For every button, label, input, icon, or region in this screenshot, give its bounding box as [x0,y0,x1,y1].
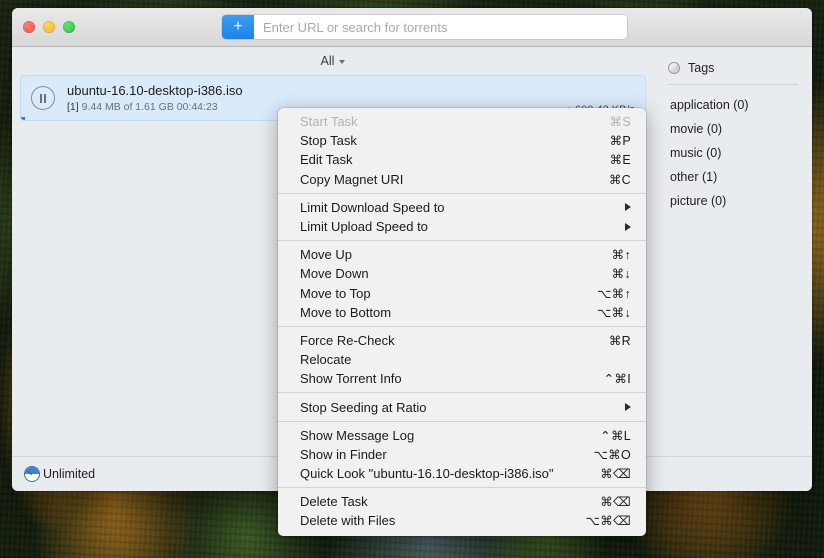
menu-item-label: Show Torrent Info [300,371,402,387]
menu-item-shortcut: ⌘⌫ [600,467,631,482]
menu-item-force-re-check[interactable]: Force Re-Check ⌘R [278,331,646,350]
menu-item-shortcut: ⌃⌘L [600,428,631,443]
submenu-arrow-icon [625,203,631,212]
menu-item-label: Move to Bottom [300,304,392,320]
menu-separator [278,325,646,327]
pause-icon[interactable] [31,86,55,110]
chevron-down-icon [339,60,346,64]
tag-item-movie[interactable]: movie (0) [668,117,798,141]
menu-item-label: Stop Task [300,133,357,149]
menu-item-show-message-log[interactable]: Show Message Log ⌃⌘L [278,426,646,445]
tag-item-application[interactable]: application (0) [668,93,798,117]
menu-item-shortcut: ⌘↓ [611,267,631,282]
menu-item-delete-task[interactable]: Delete Task ⌘⌫ [278,492,646,511]
menu-item-label: Show Message Log [300,427,415,443]
close-button[interactable] [23,21,35,33]
menu-item-move-down[interactable]: Move Down ⌘↓ [278,264,646,283]
task-detail-text: 9.44 MB of 1.61 GB 00:44:23 [81,100,218,113]
menu-separator [278,192,646,194]
filter-bar[interactable]: All [12,47,654,75]
menu-item-start-task: Start Task ⌘S [278,112,646,131]
minimize-button[interactable] [43,21,55,33]
menu-item-shortcut: ⌘E [609,153,631,168]
menu-item-move-to-bottom[interactable]: Move to Bottom ⌥⌘↓ [278,303,646,322]
menu-separator [278,487,646,489]
submenu-arrow-icon [625,222,631,231]
menu-item-shortcut: ⌥⌘⌫ [585,514,631,529]
menu-item-move-up[interactable]: Move Up ⌘↑ [278,245,646,264]
menu-item-stop-seeding-at-ratio[interactable]: Stop Seeding at Ratio [278,397,646,416]
menu-item-quick-look-ubuntu-16-10-desktop-i386-iso[interactable]: Quick Look "ubuntu-16.10-desktop-i386.is… [278,464,646,483]
submenu-arrow-icon [625,403,631,412]
menu-item-label: Move to Top [300,285,371,301]
speed-gauge-icon[interactable] [24,466,40,482]
zoom-button[interactable] [63,21,75,33]
url-input[interactable] [254,15,627,39]
window-titlebar: + [12,8,812,47]
tag-item-picture[interactable]: picture (0) [668,189,798,213]
add-torrent-button[interactable]: + [222,15,254,39]
menu-item-label: Relocate [300,352,352,368]
menu-item-limit-download-speed-to[interactable]: Limit Download Speed to [278,198,646,217]
menu-item-label: Copy Magnet URI [300,171,404,187]
menu-item-show-torrent-info[interactable]: Show Torrent Info ⌃⌘I [278,369,646,388]
menu-item-label: Delete with Files [300,513,396,529]
menu-item-shortcut: ⌘⌫ [600,495,631,510]
divider [668,84,798,85]
menu-item-label: Move Down [300,266,369,282]
speed-limit-label[interactable]: Unlimited [43,467,95,481]
menu-item-stop-task[interactable]: Stop Task ⌘P [278,131,646,150]
window-controls [23,21,75,33]
ring-icon [668,62,680,74]
menu-item-show-in-finder[interactable]: Show in Finder ⌥⌘O [278,445,646,464]
filter-label: All [320,54,335,68]
menu-item-label: Edit Task [300,152,353,168]
menu-item-shortcut: ⌘P [609,134,631,149]
menu-item-shortcut: ⌘C [608,172,631,187]
menu-item-label: Delete Task [300,494,368,510]
menu-item-copy-magnet-uri[interactable]: Copy Magnet URI ⌘C [278,170,646,189]
context-menu: Start Task ⌘S Stop Task ⌘P Edit Task ⌘E Copy M… [278,108,646,536]
menu-separator [278,420,646,422]
tag-item-music[interactable]: music (0) [668,141,798,165]
tags-sidebar: Tags application (0) movie (0) music (0)… [654,47,812,456]
menu-item-shortcut: ⌘S [609,115,631,130]
tags-header[interactable]: Tags [668,61,798,84]
menu-item-delete-with-files[interactable]: Delete with Files ⌥⌘⌫ [278,511,646,530]
menu-item-limit-upload-speed-to[interactable]: Limit Upload Speed to [278,217,646,236]
menu-item-label: Move Up [300,247,353,263]
tag-item-other[interactable]: other (1) [668,165,798,189]
menu-item-edit-task[interactable]: Edit Task ⌘E [278,150,646,169]
menu-item-shortcut: ⌃⌘I [603,372,631,387]
url-bar: + [222,15,627,39]
menu-item-shortcut: ⌘↑ [611,248,631,263]
menu-item-label: Quick Look "ubuntu-16.10-desktop-i386.is… [300,466,554,482]
menu-item-label: Limit Upload Speed to [300,219,428,235]
menu-item-label: Force Re-Check [300,332,395,348]
menu-item-shortcut: ⌘R [608,333,631,348]
menu-separator [278,240,646,242]
menu-item-shortcut: ⌥⌘O [593,447,631,462]
task-index: [1] [67,100,79,113]
task-progress-bar [21,117,25,120]
tags-header-label: Tags [688,61,715,75]
menu-item-label: Start Task [300,114,358,130]
menu-item-label: Limit Download Speed to [300,199,445,215]
menu-item-shortcut: ⌥⌘↓ [596,305,631,320]
menu-item-relocate[interactable]: Relocate [278,350,646,369]
task-title: ubuntu-16.10-desktop-i386.iso [67,82,243,98]
menu-item-move-to-top[interactable]: Move to Top ⌥⌘↑ [278,284,646,303]
menu-item-label: Stop Seeding at Ratio [300,399,427,415]
menu-item-label: Show in Finder [300,446,387,462]
menu-item-shortcut: ⌥⌘↑ [596,286,631,301]
menu-separator [278,392,646,394]
